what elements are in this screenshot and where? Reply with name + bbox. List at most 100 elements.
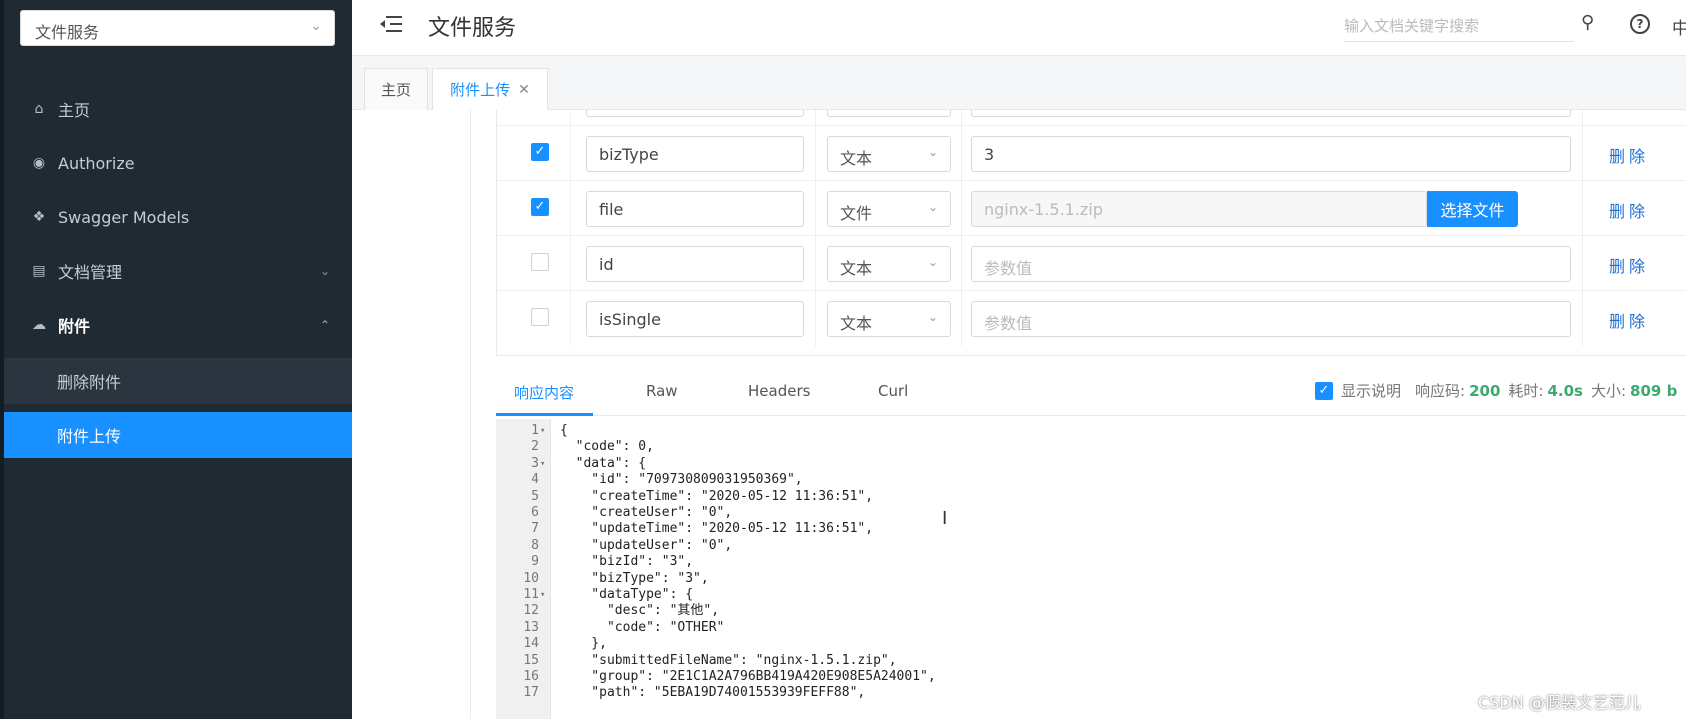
cloud-icon: ☁ [32, 317, 46, 333]
param-type-select[interactable]: 文件 ⌄ [827, 191, 951, 227]
delete-link[interactable]: 删除 [1609, 308, 1649, 332]
line-number: 15 [523, 652, 539, 668]
param-value-input[interactable] [971, 110, 1571, 117]
code-text: "group": "2E1C1A2A796BB419A420E908E5A240… [560, 669, 936, 684]
fold-arrow-icon[interactable]: ▾ [540, 586, 545, 604]
tab-curl[interactable]: Curl [878, 382, 908, 400]
param-table: ✓ bizType 文本 ⌄ 3 删除 ✓ file 文件 ⌄ nginx-1.… [496, 110, 1686, 356]
tab-raw[interactable]: Raw [646, 382, 678, 400]
chevron-down-icon: ⌄ [927, 255, 938, 269]
show-desc-checkbox[interactable]: ✓ [1315, 381, 1333, 400]
fold-arrow-icon[interactable]: ▾ [540, 455, 545, 473]
line-number: 7 [531, 521, 539, 537]
close-icon[interactable]: ✕ [518, 82, 530, 98]
sidebar-item-doc-management[interactable]: ▤ 文档管理 ⌄ [4, 248, 352, 294]
delete-link[interactable]: 删除 [1609, 198, 1649, 222]
document-icon: ▤ [32, 263, 46, 279]
service-select-value: 文件服务 [35, 23, 100, 42]
sidebar-item-label: Swagger Models [58, 207, 190, 227]
param-enabled-checkbox[interactable]: ✓ [531, 198, 549, 216]
divider [470, 110, 471, 719]
chevron-down-icon: ⌄ [319, 264, 330, 278]
param-enabled-checkbox[interactable] [531, 308, 549, 326]
code-text: "submittedFileName": "nginx-1.5.1.zip", [560, 652, 897, 668]
code-text: "id": "709730809031950369", [560, 472, 803, 488]
sidebar-item-swagger-models[interactable]: ❖ Swagger Models [4, 194, 352, 240]
page-title: 文件服务 [428, 16, 517, 41]
line-number: 6 [531, 505, 539, 520]
service-select[interactable]: 文件服务 ⌄ [20, 10, 335, 46]
table-row: ✓ file 文件 ⌄ nginx-1.5.1.zip 选择文件 删除 [497, 180, 1686, 236]
code-text: "updateUser": "0", [560, 537, 733, 553]
param-value-input[interactable]: 3 [971, 136, 1571, 172]
size-label: 大小: [1590, 382, 1627, 400]
sidebar: 文件服务 ⌄ ⌂ 主页 ◉ Authorize ❖ Swagger Models… [0, 0, 352, 719]
delete-link[interactable]: 删除 [1609, 253, 1649, 277]
choose-file-button[interactable]: 选择文件 [1427, 191, 1518, 227]
param-name-input[interactable]: id [586, 246, 804, 282]
tab-label: 主页 [380, 81, 411, 99]
tab-upload-attachment[interactable]: 附件上传 ✕ [432, 68, 548, 110]
sidebar-subitem-upload-attachment[interactable]: 附件上传 [4, 412, 352, 458]
sidebar-item-home[interactable]: ⌂ 主页 [4, 86, 352, 132]
param-value-input[interactable]: 参数值 [971, 246, 1571, 282]
sidebar-item-label: 文档管理 [58, 263, 123, 282]
param-type-select[interactable] [827, 110, 951, 117]
lock-icon: ◉ [32, 155, 46, 171]
chevron-down-icon: ⌄ [927, 200, 938, 214]
sidebar-item-label: 主页 [58, 101, 91, 120]
search-icon[interactable]: ⚲ [1581, 12, 1594, 33]
sidebar-item-authorize[interactable]: ◉ Authorize [4, 140, 352, 186]
active-tab-indicator [496, 413, 593, 416]
code-text: "updateTime": "2020-05-12 11:36:51", [560, 521, 874, 537]
param-type-value: 文件 [840, 204, 873, 223]
line-number: 3 [531, 455, 539, 471]
param-type-value: 文本 [840, 259, 873, 278]
cube-icon: ❖ [32, 209, 46, 225]
line-number: 11 [523, 587, 539, 602]
delete-link[interactable]: 删除 [1609, 143, 1649, 167]
param-name-input[interactable]: bizType [586, 136, 804, 172]
response-code-editor[interactable]: 1 ▾{2 "code": 0, 3 ▾ "data": {4 "id": "7097… [496, 419, 1686, 719]
sidebar-item-attachment[interactable]: ☁ 附件 ⌃ [4, 302, 352, 348]
param-name-input[interactable] [586, 110, 804, 117]
time-label: 耗时: [1508, 382, 1544, 400]
param-type-value: 文本 [840, 149, 873, 168]
menu-toggle-icon[interactable] [380, 14, 402, 34]
code-text: "bizId": "3", [560, 554, 694, 570]
line-number: 1 [531, 423, 539, 438]
response-size: 809 b [1630, 381, 1678, 400]
status-label: 响应码: [1415, 382, 1466, 400]
tab-response-content[interactable]: 响应内容 [514, 382, 574, 403]
param-name-input[interactable]: file [586, 191, 804, 227]
code-text: "code": 0, [560, 439, 654, 455]
line-number: 14 [523, 636, 539, 652]
param-type-select[interactable]: 文本 ⌄ [827, 136, 951, 172]
top-header: 文件服务 ⚲ ? 中 [352, 0, 1686, 56]
search-input[interactable] [1344, 10, 1574, 42]
language-switch[interactable]: 中 [1672, 14, 1686, 39]
line-number: 13 [523, 619, 539, 635]
line-number: 5 [531, 488, 539, 504]
status-code: 200 [1469, 381, 1501, 400]
sidebar-subitem-delete-attachment[interactable]: 删除附件 [4, 358, 352, 404]
code-text: "dataType": { [560, 587, 694, 602]
fold-arrow-icon[interactable]: ▾ [540, 422, 545, 440]
help-icon[interactable]: ? [1630, 14, 1650, 34]
tab-headers[interactable]: Headers [748, 382, 810, 400]
tab-home[interactable]: 主页 [364, 68, 428, 110]
code-text: "desc": "其他", [560, 603, 720, 619]
param-name-input[interactable]: isSingle [586, 301, 804, 337]
tab-label: 附件上传 [450, 81, 511, 99]
param-type-select[interactable]: 文本 ⌄ [827, 246, 951, 282]
line-number: 17 [523, 685, 539, 701]
param-type-select[interactable]: 文本 ⌄ [827, 301, 951, 337]
param-enabled-checkbox[interactable] [531, 253, 549, 271]
line-number: 9 [531, 554, 539, 570]
chevron-down-icon: ⌄ [927, 145, 938, 159]
param-type-value: 文本 [840, 314, 873, 333]
table-row: isSingle 文本 ⌄ 参数值 删除 [497, 290, 1686, 346]
param-enabled-checkbox[interactable]: ✓ [531, 143, 549, 161]
param-value-input[interactable]: 参数值 [971, 301, 1571, 337]
code-text: "bizType": "3", [560, 570, 709, 586]
